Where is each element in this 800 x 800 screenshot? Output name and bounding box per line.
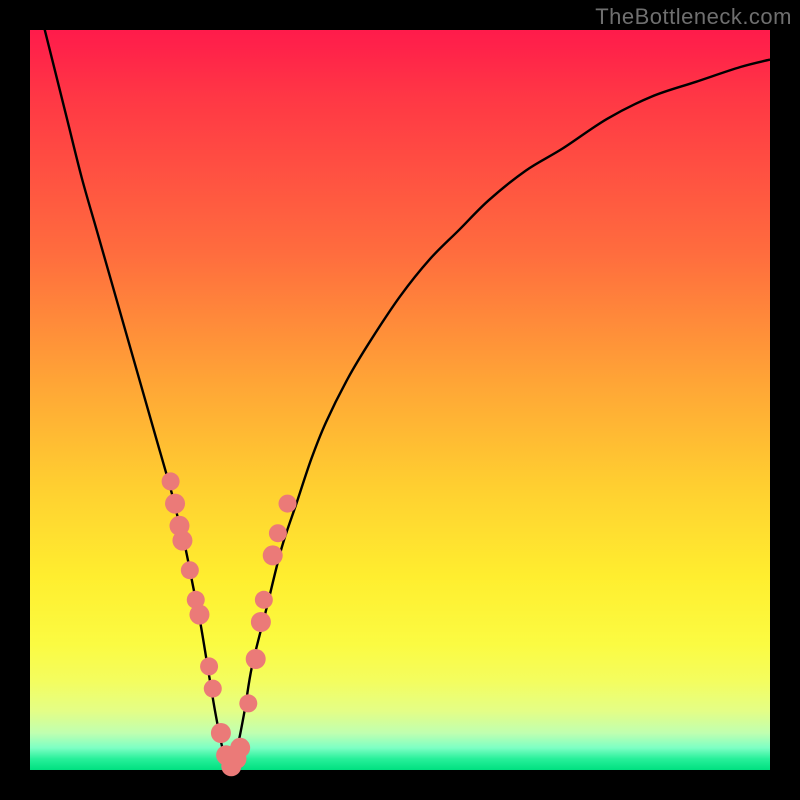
chart-stage: TheBottleneck.com [0,0,800,800]
scatter-dot [255,591,273,609]
scatter-dot [230,738,250,758]
scatter-dot [200,657,218,675]
watermark-text: TheBottleneck.com [595,4,792,30]
scatter-dot [181,561,199,579]
curve-overlay [30,30,770,770]
scatter-dot [279,495,297,513]
scatter-dots [162,472,297,776]
scatter-dot [211,723,231,743]
scatter-dot [204,680,222,698]
scatter-dot [189,605,209,625]
scatter-dot [239,694,257,712]
scatter-dot [162,472,180,490]
scatter-dot [263,545,283,565]
scatter-dot [251,612,271,632]
scatter-dot [172,531,192,551]
bottleneck-curve [37,0,770,770]
scatter-dot [269,524,287,542]
plot-area [30,30,770,770]
scatter-dot [246,649,266,669]
scatter-dot [165,494,185,514]
